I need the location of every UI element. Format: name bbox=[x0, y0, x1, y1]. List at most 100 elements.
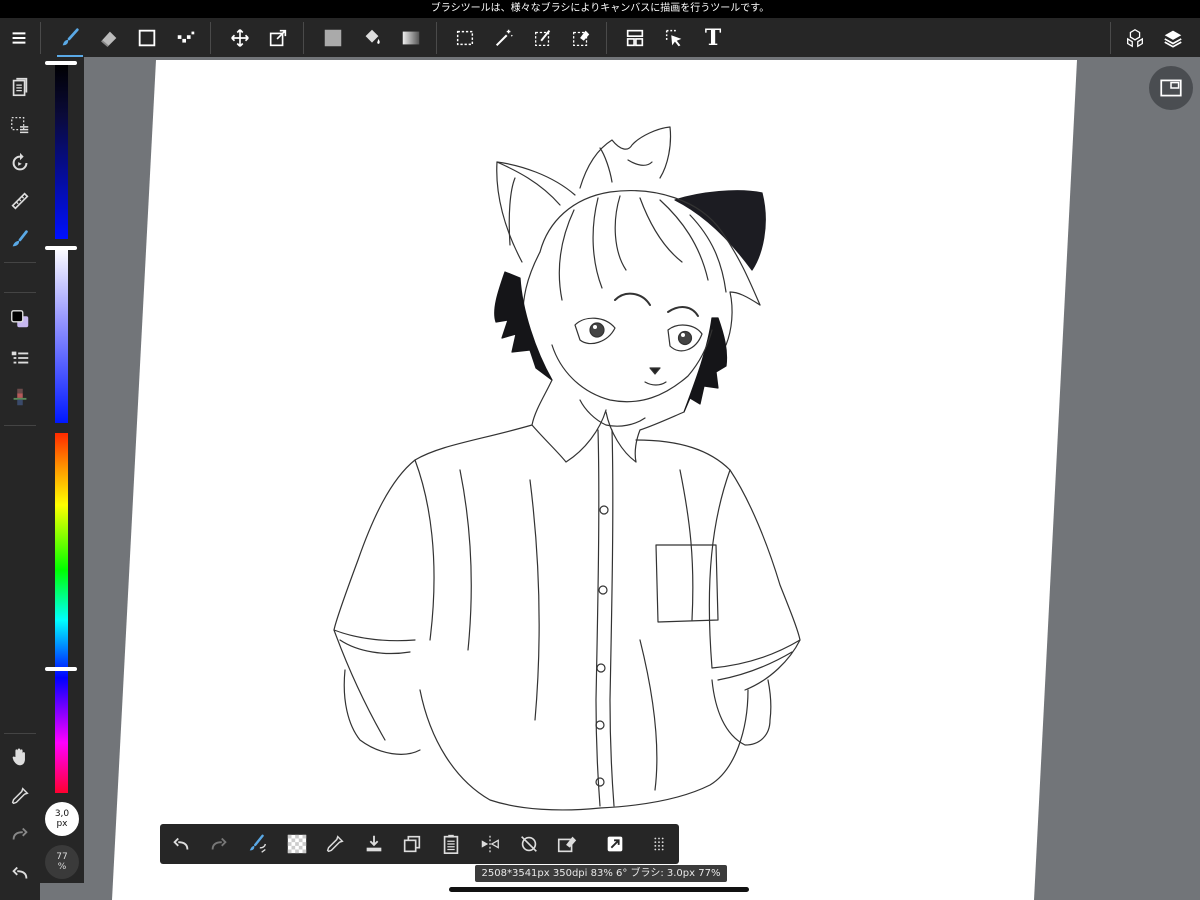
transform-tool-button[interactable] bbox=[263, 23, 293, 53]
paint-bucket-icon bbox=[365, 29, 380, 44]
toolbar-divider bbox=[40, 22, 41, 54]
toolbar-divider bbox=[606, 22, 607, 54]
saturation-knob[interactable] bbox=[45, 246, 77, 250]
hue-slider[interactable] bbox=[55, 433, 68, 793]
flip-horizontal-icon bbox=[481, 835, 499, 853]
page-manager-button[interactable] bbox=[5, 72, 35, 102]
frame-divider-button[interactable] bbox=[620, 23, 650, 53]
bucket-tool-button[interactable] bbox=[357, 23, 387, 53]
clear-layer-button[interactable] bbox=[552, 829, 582, 859]
dot-brush-icon bbox=[177, 31, 195, 43]
hamburger-menu-icon[interactable] bbox=[4, 23, 34, 53]
rotate-icon bbox=[12, 152, 28, 171]
hand-icon bbox=[12, 748, 25, 766]
redo-icon bbox=[12, 827, 28, 840]
brush-opacity-indicator[interactable]: 77 % bbox=[45, 845, 79, 879]
fill-swatch-icon bbox=[324, 29, 342, 47]
color-swatch-icon bbox=[11, 310, 29, 328]
copy-icon bbox=[403, 835, 421, 853]
move-tool-button[interactable] bbox=[225, 23, 255, 53]
layer-list-button[interactable] bbox=[5, 343, 35, 373]
undo-button[interactable] bbox=[5, 858, 35, 888]
status-bar-tooltip: ブラシツールは、様々なブラシによりキャンバスに描画を行うツールです。 bbox=[0, 0, 1200, 18]
sidebar-divider bbox=[4, 733, 36, 734]
home-indicator[interactable] bbox=[449, 887, 749, 892]
copy-button[interactable] bbox=[397, 829, 427, 859]
eraser-icon bbox=[101, 31, 117, 47]
paste-button[interactable] bbox=[436, 829, 466, 859]
brightness-knob[interactable] bbox=[45, 61, 77, 65]
rotate-canvas-button[interactable] bbox=[5, 148, 35, 178]
canvas-info-bar: 2508*3541px 350dpi 83% 6° ブラシ: 3.0px 77% bbox=[475, 865, 727, 882]
paper-sheet[interactable] bbox=[112, 60, 1077, 900]
sidebar-divider bbox=[4, 262, 36, 263]
operation-tool-button[interactable] bbox=[659, 23, 689, 53]
snap-off-button[interactable] bbox=[514, 829, 544, 859]
brush-tool-button[interactable] bbox=[55, 23, 85, 57]
brush-switch-button[interactable] bbox=[243, 829, 273, 859]
operation-cursor-icon bbox=[665, 29, 682, 47]
color-swatch-button[interactable] bbox=[5, 304, 35, 334]
shape-tool-button[interactable] bbox=[132, 23, 162, 53]
frame-divider-icon bbox=[626, 29, 644, 47]
brush-settings-icon bbox=[12, 230, 28, 247]
flip-button[interactable] bbox=[475, 829, 505, 859]
3d-model-button[interactable] bbox=[1120, 23, 1150, 53]
rectangle-shape-icon bbox=[138, 29, 156, 47]
undo-button[interactable] bbox=[166, 829, 196, 859]
select-pen-button[interactable] bbox=[528, 23, 558, 53]
more-options-button[interactable] bbox=[644, 829, 674, 859]
marquee-select-button[interactable] bbox=[450, 23, 480, 53]
layers-button[interactable] bbox=[1158, 23, 1188, 53]
ruler-button[interactable] bbox=[5, 186, 35, 216]
save-button[interactable] bbox=[359, 829, 389, 859]
hue-knob[interactable] bbox=[45, 667, 77, 671]
canvas-area[interactable] bbox=[0, 0, 1200, 900]
material-icon bbox=[607, 836, 623, 852]
transparent-color-button[interactable] bbox=[282, 829, 312, 859]
transparency-icon bbox=[287, 834, 307, 854]
brightness-slider[interactable] bbox=[55, 63, 68, 239]
dot-tool-button[interactable] bbox=[171, 23, 201, 53]
undo-icon bbox=[12, 866, 28, 879]
eraser-tool-button[interactable] bbox=[94, 23, 124, 53]
snap-off-icon bbox=[521, 836, 537, 852]
gradient-tool-button[interactable] bbox=[396, 23, 426, 53]
text-tool-button[interactable]: T bbox=[698, 23, 728, 53]
brush-size-indicator[interactable]: 3,0 px bbox=[45, 802, 79, 836]
3d-cubes-icon bbox=[1127, 29, 1143, 48]
navigator-button[interactable] bbox=[1149, 66, 1193, 110]
navigator-icon bbox=[1160, 79, 1182, 97]
brush-size-value: 3,0 bbox=[54, 809, 70, 819]
save-download-icon bbox=[366, 835, 382, 852]
toolbar-divider bbox=[303, 22, 304, 54]
select-eraser-button[interactable] bbox=[566, 23, 596, 53]
move-arrows-icon bbox=[231, 29, 249, 47]
selection-list-button[interactable] bbox=[5, 110, 35, 140]
transform-icon bbox=[269, 29, 287, 47]
material-button[interactable] bbox=[600, 829, 630, 859]
toolbar-divider bbox=[210, 22, 211, 54]
color-palette-button[interactable] bbox=[5, 382, 35, 412]
select-pen-icon bbox=[535, 30, 551, 46]
fill-color-button[interactable] bbox=[318, 23, 348, 53]
brush-settings-button[interactable] bbox=[5, 224, 35, 254]
eyedropper-button[interactable] bbox=[5, 781, 35, 811]
brush-opacity-value: 77 bbox=[56, 852, 68, 862]
gradient-icon bbox=[402, 31, 420, 45]
undo-icon bbox=[173, 837, 189, 850]
redo-button[interactable] bbox=[204, 829, 234, 859]
redo-button[interactable] bbox=[5, 819, 35, 849]
sidebar-divider bbox=[4, 425, 36, 426]
clear-layer-icon bbox=[557, 836, 577, 853]
bottom-toolbar bbox=[160, 824, 679, 864]
eyedropper-button[interactable] bbox=[320, 829, 350, 859]
select-eraser-icon bbox=[573, 30, 590, 46]
saturation-slider[interactable] bbox=[55, 247, 68, 423]
selection-list-icon bbox=[11, 117, 29, 134]
hand-tool-button[interactable] bbox=[5, 742, 35, 772]
color-slider-panel bbox=[40, 57, 84, 883]
drawing-canvas[interactable] bbox=[0, 0, 1200, 900]
redo-icon bbox=[211, 837, 227, 850]
magic-wand-button[interactable] bbox=[489, 23, 519, 53]
